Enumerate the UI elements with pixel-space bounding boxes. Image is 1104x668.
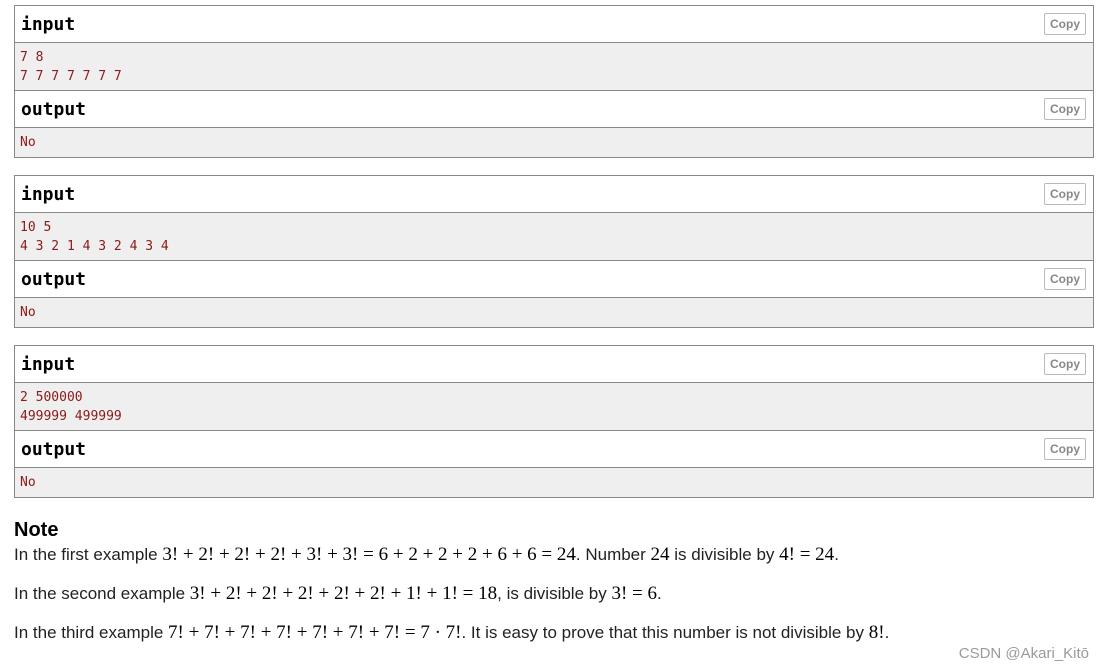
input-content: 10 5 4 3 2 1 4 3 2 4 3 4 bbox=[15, 213, 1093, 261]
output-line: No bbox=[20, 135, 36, 150]
copy-output-button[interactable]: Copy bbox=[1044, 98, 1086, 120]
note-paragraph-2: In the second example 3! + 2! + 2! + 2! … bbox=[14, 583, 1094, 605]
input-content: 2 500000 499999 499999 bbox=[15, 383, 1093, 431]
copy-input-button[interactable]: Copy bbox=[1044, 13, 1086, 35]
output-line: No bbox=[20, 305, 36, 320]
input-title: input bbox=[21, 14, 76, 35]
input-line: 2 500000 bbox=[20, 390, 83, 405]
output-content: No bbox=[15, 128, 1093, 157]
note-text: . bbox=[657, 584, 662, 603]
output-title: output bbox=[21, 99, 87, 120]
output-title: output bbox=[21, 269, 87, 290]
output-content: No bbox=[15, 468, 1093, 497]
math-formula: 24 bbox=[650, 544, 670, 565]
math-formula: 8! bbox=[868, 622, 885, 643]
output-header: output Copy bbox=[15, 261, 1093, 298]
input-line: 4 3 2 1 4 3 2 4 3 4 bbox=[20, 239, 169, 254]
sample-tests: input Copy 7 8 7 7 7 7 7 7 7 output Copy… bbox=[14, 5, 1094, 515]
input-line: 499999 499999 bbox=[20, 409, 122, 424]
copy-input-button[interactable]: Copy bbox=[1044, 183, 1086, 205]
note-text: In the second example bbox=[14, 584, 190, 603]
note-text: . It is easy to prove that this number i… bbox=[461, 623, 869, 642]
math-formula: 7! + 7! + 7! + 7! + 7! + 7! + 7! = 7 · 7… bbox=[168, 622, 462, 643]
output-line: No bbox=[20, 475, 36, 490]
output-title: output bbox=[21, 439, 87, 460]
input-title: input bbox=[21, 354, 76, 375]
math-formula: 3! + 2! + 2! + 2! + 3! + 3! = 6 + 2 + 2 … bbox=[162, 544, 576, 565]
note-text: . bbox=[884, 623, 890, 642]
copy-output-button[interactable]: Copy bbox=[1044, 268, 1086, 290]
note-text: In the third example bbox=[14, 623, 169, 642]
note-text: . bbox=[834, 545, 839, 564]
output-header: output Copy bbox=[15, 91, 1093, 128]
note-text: is divisible by bbox=[669, 545, 780, 564]
math-formula: 4! = 24 bbox=[779, 544, 835, 565]
note-text: , is divisible by bbox=[497, 584, 612, 603]
sample-test-2: input Copy 10 5 4 3 2 1 4 3 2 4 3 4 outp… bbox=[14, 175, 1094, 328]
output-content: No bbox=[15, 298, 1093, 327]
copy-output-button[interactable]: Copy bbox=[1044, 438, 1086, 460]
input-header: input Copy bbox=[15, 6, 1093, 43]
note-title: Note bbox=[14, 519, 59, 541]
input-content: 7 8 7 7 7 7 7 7 7 bbox=[15, 43, 1093, 91]
note-paragraph-1: In the first example 3! + 2! + 2! + 2! +… bbox=[14, 544, 1094, 566]
copy-input-button[interactable]: Copy bbox=[1044, 353, 1086, 375]
input-line: 10 5 bbox=[20, 220, 52, 235]
note-section: Note In the first example 3! + 2! + 2! +… bbox=[14, 519, 1094, 661]
note-text: . Number bbox=[575, 545, 651, 564]
input-line: 7 8 bbox=[20, 50, 44, 65]
output-header: output Copy bbox=[15, 431, 1093, 468]
math-formula: 3! + 2! + 2! + 2! + 2! + 2! + 1! + 1! = … bbox=[189, 583, 498, 604]
watermark: CSDN @Akari_Kitō bbox=[958, 645, 1089, 662]
input-title: input bbox=[21, 184, 76, 205]
note-text: In the first example bbox=[14, 545, 163, 564]
math-formula: 3! = 6 bbox=[611, 583, 657, 604]
input-header: input Copy bbox=[15, 346, 1093, 383]
input-header: input Copy bbox=[15, 176, 1093, 213]
sample-test-3: input Copy 2 500000 499999 499999 output… bbox=[14, 345, 1094, 498]
sample-test-1: input Copy 7 8 7 7 7 7 7 7 7 output Copy… bbox=[14, 5, 1094, 158]
input-line: 7 7 7 7 7 7 7 bbox=[20, 69, 122, 84]
note-paragraph-3: In the third example 7! + 7! + 7! + 7! +… bbox=[14, 622, 1094, 644]
